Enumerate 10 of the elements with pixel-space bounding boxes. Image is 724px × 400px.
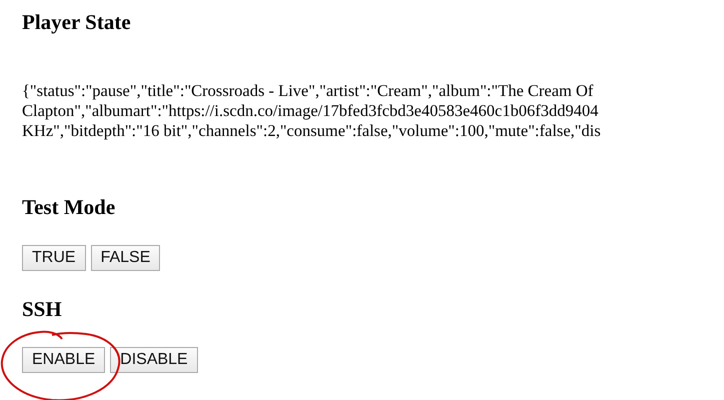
action-button[interactable]: TRUE [22,245,86,271]
action-button[interactable]: DISABLE [110,347,198,373]
state-text-line: Clapton","albumart":"https://i.scdn.co/image/17bfed3fcbd3e40583e460c1b06f3dd9404 [22,101,600,121]
state-text-line: KHz","bitdepth":"16 bit","channels":2,"consume":false,"volume":100,"mute":false,"dis [22,121,602,141]
state-text-line: {"status":"pause","title":"Crossroads - Live","artist":"Cream","album":"The Cream Of [22,81,594,101]
action-button[interactable]: ENABLE [22,347,106,373]
section-heading: SSH [22,297,63,321]
action-button[interactable]: FALSE [90,245,160,271]
section-heading: Player State [22,9,132,34]
section-heading: Test Mode [22,195,116,219]
